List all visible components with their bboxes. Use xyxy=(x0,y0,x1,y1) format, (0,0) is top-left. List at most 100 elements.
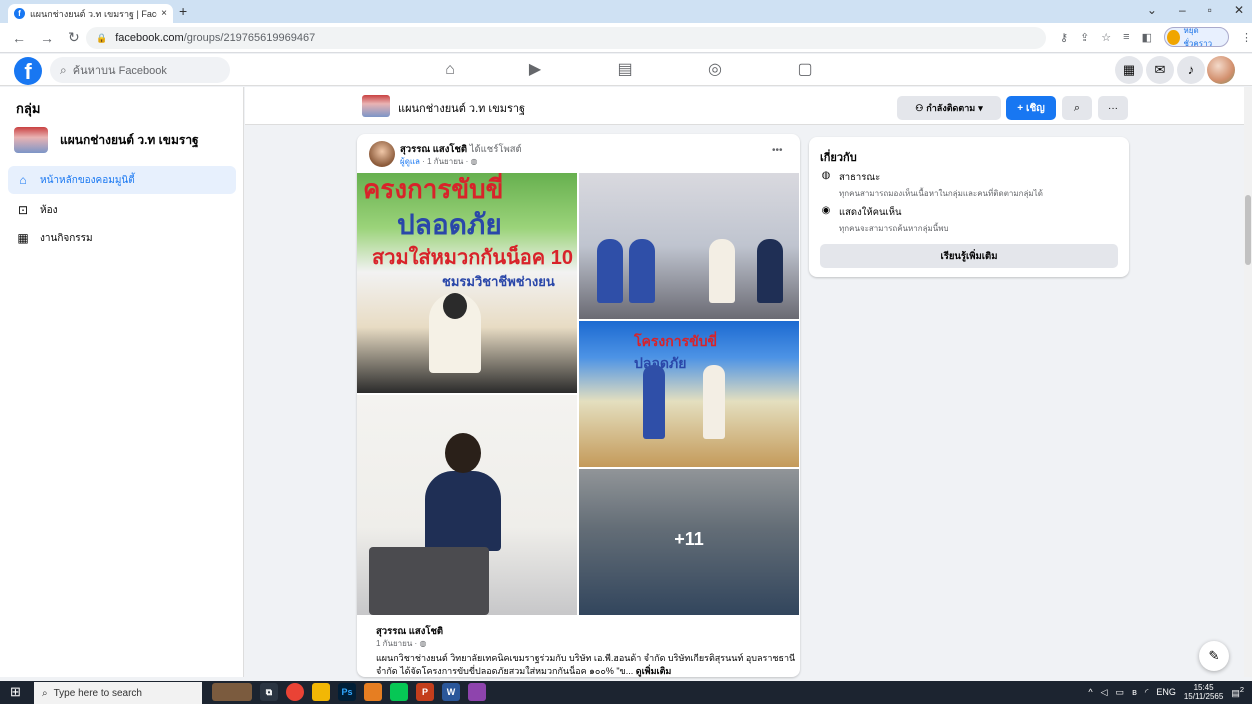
url-domain: facebook.com xyxy=(115,32,184,44)
group-search-button[interactable]: ⌕ xyxy=(1062,96,1092,120)
sidebar-item-rooms[interactable]: ⊡ ห้อง xyxy=(8,196,236,224)
post-date[interactable]: 1 กันยายน xyxy=(427,157,463,166)
sidebar-item-community-home[interactable]: ⌂ หน้าหลักของคอมมูนิตี้ xyxy=(8,166,236,194)
post-photo[interactable]: โครงการขับขี่ ปลอดภัย xyxy=(579,321,799,467)
post-author-avatar[interactable] xyxy=(369,141,395,167)
invite-button[interactable]: + เชิญ xyxy=(1006,96,1056,120)
shared-post-date[interactable]: 1 กันยายน xyxy=(376,639,412,648)
see-more-link[interactable]: ดูเพิ่มเติม xyxy=(636,666,672,676)
about-public: ◍ สาธารณะ ทุกคนสามารถมองเห็นเนื้อหาในกลุ… xyxy=(820,170,1043,200)
sidepanel-icon[interactable]: ◧ xyxy=(1142,31,1152,44)
post-options-icon[interactable]: ••• xyxy=(772,145,783,156)
group-thumbnail[interactable] xyxy=(362,95,390,117)
clock-time: 15:45 xyxy=(1193,683,1214,692)
clock[interactable]: 15:45 15/11/2565 xyxy=(1184,683,1223,701)
sidebar-item-events[interactable]: ▦ งานกิจกรรม xyxy=(8,224,236,252)
post-author-name[interactable]: สุวรรณ แสงโชติ xyxy=(400,144,467,155)
tab-search-icon[interactable]: ⌄ xyxy=(1147,3,1157,17)
group-thumbnail xyxy=(14,127,48,153)
post-action: ได้แชร์โพสต์ xyxy=(469,144,522,155)
browser-toolbar-right: ⚷ ⇪ ☆ ≡ ◧ หยุดชั่วคราว ⋮ xyxy=(1060,26,1252,48)
system-tray: ^ ◁ ▭ ʙ ◜ ENG 15:45 15/11/2565 ▤2 xyxy=(1088,683,1244,701)
chevron-up-icon[interactable]: ^ xyxy=(1088,687,1092,697)
facebook-favicon-icon: f xyxy=(14,8,25,19)
invite-label: เชิญ xyxy=(1026,102,1045,114)
photoshop-icon[interactable]: Ps xyxy=(338,683,356,701)
reading-list-icon[interactable]: ≡ xyxy=(1123,31,1129,43)
following-button[interactable]: ⚇ กำลังติดตาม ▾ xyxy=(897,96,1001,120)
learn-more-button[interactable]: เรียนรู้เพิ่มเติม xyxy=(820,244,1118,268)
sidebar-item-label: ห้อง xyxy=(40,204,58,216)
post-photo[interactable]: ครงการขับขี่ ปลอดภัย สวมใส่หมวกกันน็อค 1… xyxy=(357,173,577,393)
visible-desc: ทุกคนจะสามารถค้นหากลุ่มนี้พบ xyxy=(839,224,949,233)
reload-icon[interactable]: ↻ xyxy=(68,29,80,46)
admin-badge[interactable]: ผู้ดูแล xyxy=(400,157,420,166)
notification-center-icon[interactable]: ▤2 xyxy=(1231,685,1244,699)
star-icon[interactable]: ☆ xyxy=(1101,31,1111,44)
url-field[interactable]: 🔒 facebook.com/groups/219765619969467 xyxy=(86,27,1046,49)
taskbar-search-input[interactable]: ⌕ Type here to search xyxy=(34,682,202,704)
language-indicator[interactable]: ENG xyxy=(1156,687,1176,697)
photo-banner-line: โครงการขับขี่ xyxy=(634,333,718,349)
search-icon: ⌕ xyxy=(60,62,67,77)
browser-nav: ← → ↻ xyxy=(12,29,80,46)
tab-close-icon[interactable]: × xyxy=(161,8,167,19)
visible-title: แสดงให้คนเห็น xyxy=(839,207,902,218)
chrome-icon[interactable] xyxy=(286,683,304,701)
minimize-icon[interactable]: – xyxy=(1179,3,1186,17)
bluetooth-icon[interactable]: ʙ xyxy=(1132,687,1137,697)
scrollbar-track[interactable] xyxy=(1244,87,1252,677)
close-window-icon[interactable]: ✕ xyxy=(1234,3,1244,17)
sidebar-group[interactable]: แผนกช่างยนต์ ว.ท เขมราฐ xyxy=(14,127,199,153)
globe-icon: ◍ xyxy=(470,157,478,166)
person-figure xyxy=(629,239,655,303)
notifications-icon[interactable]: ♪ xyxy=(1177,56,1205,84)
maximize-icon[interactable]: ▫ xyxy=(1208,3,1212,17)
back-icon[interactable]: ← xyxy=(12,30,26,46)
globe-icon: ◍ xyxy=(821,170,831,181)
sidebar-item-label: หน้าหลักของคอมมูนิตี้ xyxy=(40,174,135,186)
groups-nav-icon[interactable]: ◎ xyxy=(695,58,735,82)
facebook-search-input[interactable]: ⌕ ค้นหาบน Facebook xyxy=(50,57,230,83)
app-icon[interactable] xyxy=(468,683,486,701)
wifi-icon[interactable]: ◜ xyxy=(1145,687,1149,698)
key-icon[interactable]: ⚷ xyxy=(1060,31,1068,44)
sidebar-group-name: แผนกช่างยนต์ ว.ท เขมราฐ xyxy=(60,132,199,147)
windows-start-icon[interactable]: ⊞ xyxy=(10,684,26,700)
home-nav-icon[interactable]: ⌂ xyxy=(430,58,470,82)
public-title: สาธารณะ xyxy=(839,172,881,183)
profile-button[interactable]: หยุดชั่วคราว xyxy=(1163,26,1229,48)
network-icon[interactable]: ▭ xyxy=(1116,687,1125,698)
browser-tab[interactable]: f แผนกช่างยนต์ ว.ท เขมราฐ | Faceboo × xyxy=(8,4,173,23)
post-photo[interactable] xyxy=(579,173,799,319)
browser-tab-strip xyxy=(0,0,1252,23)
volume-icon[interactable]: ◁ xyxy=(1101,687,1108,698)
scrollbar-thumb[interactable] xyxy=(1245,195,1251,265)
share-icon[interactable]: ⇪ xyxy=(1080,31,1089,44)
new-tab-button[interactable]: + xyxy=(179,3,187,19)
word-icon[interactable]: W xyxy=(442,683,460,701)
about-visible: ◉ แสดงให้คนเห็น ทุกคนจะสามารถค้นหากลุ่มน… xyxy=(820,205,949,235)
menu-grid-icon[interactable]: ▦ xyxy=(1115,56,1143,84)
speaker-head xyxy=(443,293,467,319)
task-view-icon[interactable]: ⧉ xyxy=(260,683,278,701)
group-header-name[interactable]: แผนกช่างยนต์ ว.ท เขมราฐ xyxy=(398,99,525,117)
watch-nav-icon[interactable]: ▶ xyxy=(515,58,555,82)
post-photo[interactable] xyxy=(357,395,577,615)
facebook-logo-icon[interactable]: f xyxy=(14,57,42,85)
marketplace-nav-icon[interactable]: ▤ xyxy=(605,58,645,82)
account-avatar[interactable] xyxy=(1207,56,1235,84)
file-explorer-icon[interactable] xyxy=(312,683,330,701)
browser-menu-icon[interactable]: ⋮ xyxy=(1241,31,1252,44)
powerpoint-icon[interactable]: P xyxy=(416,683,434,701)
new-message-icon[interactable]: ✎ xyxy=(1199,641,1229,671)
post-photo-more[interactable]: +11 xyxy=(579,469,799,615)
line-icon[interactable] xyxy=(390,683,408,701)
forward-icon[interactable]: → xyxy=(40,30,54,46)
weather-widget-icon[interactable] xyxy=(212,683,252,701)
gaming-nav-icon[interactable]: ▢ xyxy=(785,58,825,82)
messenger-icon[interactable]: ✉ xyxy=(1146,56,1174,84)
group-more-button[interactable]: ··· xyxy=(1098,96,1128,120)
paint-icon[interactable] xyxy=(364,683,382,701)
post-body: แผนกวิชาช่างยนต์ วิทยาลัยเทคนิคเขมราฐร่ว… xyxy=(376,653,796,676)
